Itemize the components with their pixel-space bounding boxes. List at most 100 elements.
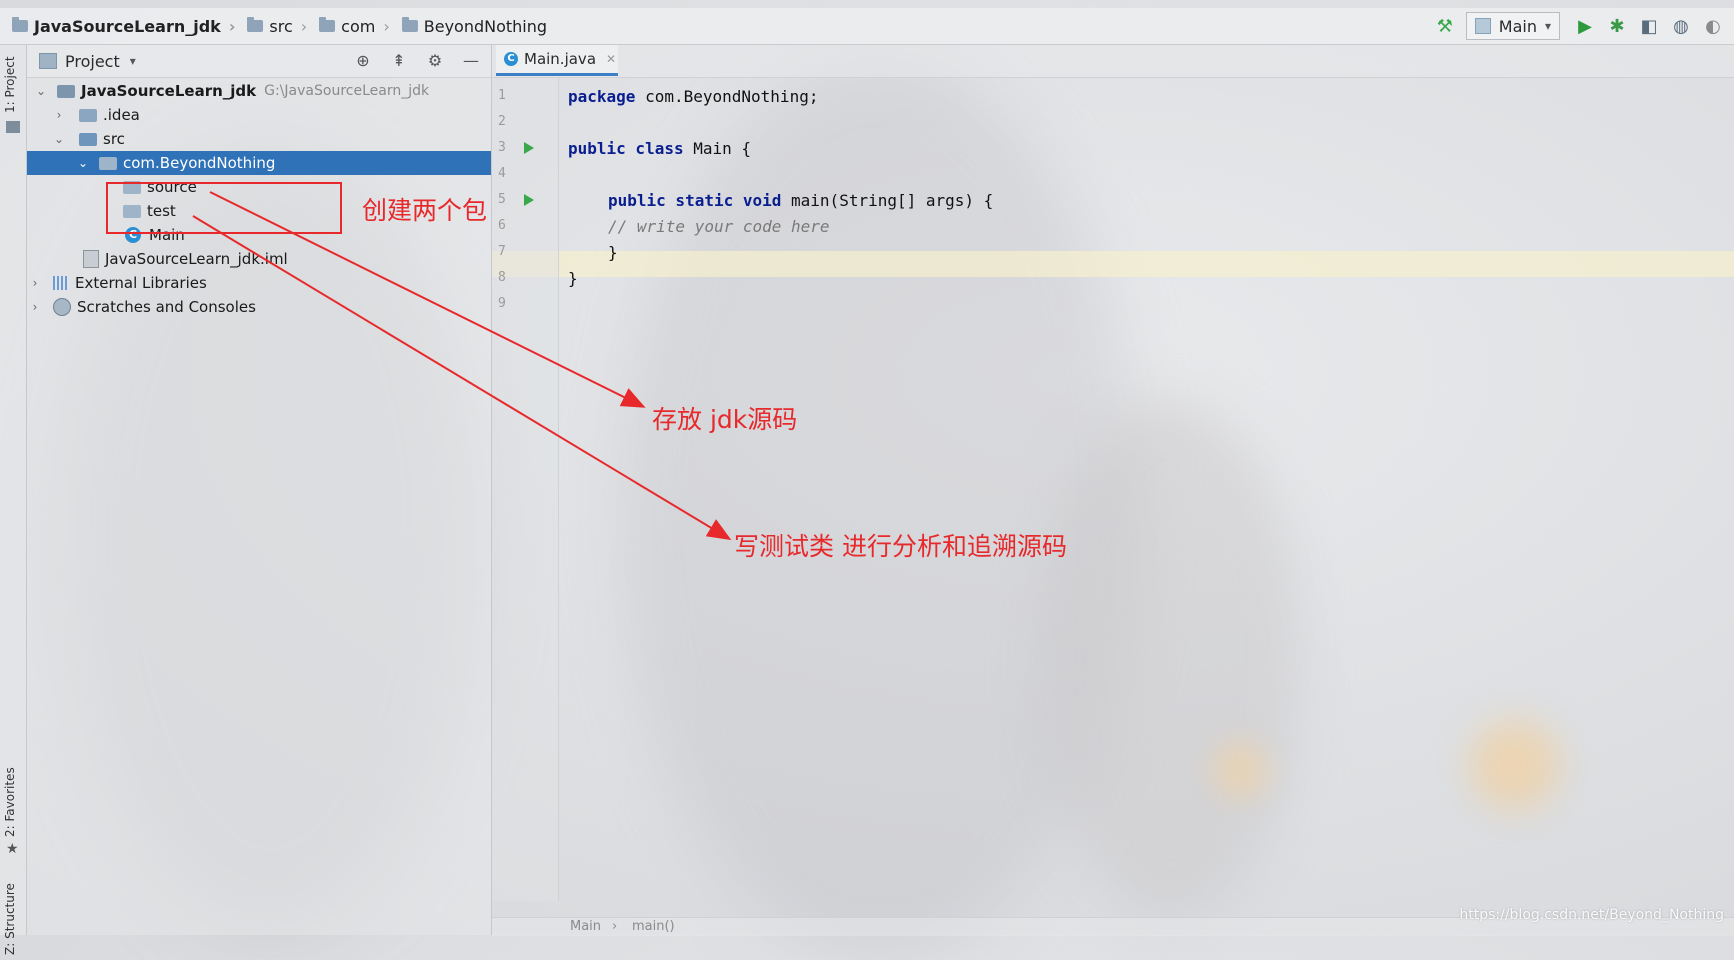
code-line-5[interactable]: public static void main(String[] args) { <box>608 191 993 210</box>
tree-item-package[interactable]: ⌄ com.BeyondNothing <box>27 151 491 175</box>
project-tool-tab[interactable]: 1: Project <box>3 56 17 113</box>
code-text: Main { <box>683 139 752 158</box>
tree-item-label: JavaSourceLearn_jdk <box>81 82 257 100</box>
line-number: 3 <box>498 140 506 155</box>
project-header-tools: ⊕ ⇞ ⚙ — <box>339 51 483 70</box>
run-gutter-icon[interactable] <box>524 142 534 154</box>
favorites-tool-tab[interactable]: 2: Favorites <box>3 767 17 837</box>
line-number: 4 <box>498 166 506 181</box>
chevron-right-icon[interactable]: › <box>27 276 43 290</box>
debug-bug-icon[interactable]: ✱ <box>1606 15 1628 37</box>
breadcrumb-beyondnothing[interactable]: BeyondNothing <box>401 16 548 36</box>
chevron-down-icon: ▾ <box>1544 19 1551 33</box>
tab-label: Main.java <box>524 50 597 68</box>
editor-gutter: 1 2 3 4 5 6 7 8 9 <box>492 78 559 901</box>
structure-tool-tab[interactable]: Z: Structure <box>3 883 17 955</box>
folder-icon <box>79 108 97 122</box>
tree-item-external-libraries[interactable]: › External Libraries <box>27 271 491 295</box>
code-line-8[interactable]: } <box>568 269 578 288</box>
project-panel: Project ▾ ⊕ ⇞ ⚙ — ⌄ JavaSourceLearn_jdk … <box>27 45 492 935</box>
tree-item-label: com.BeyondNothing <box>123 154 276 172</box>
tree-item-label: External Libraries <box>75 274 207 292</box>
tab-main-java[interactable]: C Main.java ✕ <box>496 45 618 76</box>
annotation-create-packages: 创建两个包 <box>362 196 488 225</box>
line-number: 6 <box>498 218 506 233</box>
breadcrumb-separator: › <box>612 919 618 934</box>
annotation-write-test: 写测试类 进行分析和追溯源码 <box>734 532 1067 561</box>
tree-item-label: JavaSourceLearn_jdk.iml <box>105 250 288 268</box>
coverage-icon[interactable]: ◧ <box>1638 15 1660 37</box>
keyword: public static void <box>608 191 782 210</box>
breadcrumb-src[interactable]: src › <box>247 17 307 36</box>
run-configuration-dropdown[interactable]: Main ▾ <box>1465 12 1560 40</box>
source-folder-icon <box>79 132 97 146</box>
gear-icon[interactable]: ⚙ <box>423 51 447 70</box>
watermark: https://blog.csdn.net/Beyond_Nothing <box>1459 907 1724 923</box>
tree-item-idea[interactable]: › .idea <box>27 103 491 127</box>
breadcrumb-separator: › <box>383 16 390 36</box>
chevron-down-icon[interactable]: ⌄ <box>33 84 49 98</box>
chevron-down-icon[interactable]: ▾ <box>130 54 136 68</box>
tree-item-label: src <box>103 130 125 148</box>
keyword: public class <box>568 139 684 158</box>
project-panel-header: Project ▾ ⊕ ⇞ ⚙ — <box>27 45 491 78</box>
hide-minus-icon[interactable]: — <box>459 51 483 70</box>
line-number: 8 <box>498 270 506 285</box>
tree-item-iml[interactable]: JavaSourceLearn_jdk.iml <box>27 247 491 271</box>
project-view-selector[interactable]: Project <box>65 52 120 71</box>
code-line-1[interactable]: package com.BeyondNothing; <box>568 87 818 106</box>
annotation-highlight-box <box>106 182 342 234</box>
profile-icon[interactable]: ◍ <box>1670 15 1692 37</box>
run-icon[interactable]: ▶ <box>1574 15 1596 37</box>
editor-tab-bar: C Main.java ✕ <box>492 45 1734 78</box>
chevron-right-icon[interactable]: › <box>27 300 43 314</box>
breadcrumb-label: BeyondNothing <box>423 16 548 36</box>
tree-item-root[interactable]: ⌄ JavaSourceLearn_jdk G:\JavaSourceLearn… <box>27 79 491 103</box>
status-class[interactable]: Main <box>570 919 601 934</box>
package-icon <box>99 156 117 170</box>
run-config-icon <box>1474 18 1491 34</box>
tree-item-path: G:\JavaSourceLearn_jdk <box>264 83 430 99</box>
toolbar-actions: ⚒ Main ▾ ▶ ✱ ◧ ◍ ◐ <box>1434 8 1734 44</box>
folder-icon <box>319 17 336 32</box>
breadcrumb-separator: › <box>300 16 308 36</box>
code-line-7[interactable]: } <box>608 243 618 262</box>
star-icon[interactable]: ★ <box>6 841 19 857</box>
run-config-label: Main <box>1498 16 1537 36</box>
line-number: 1 <box>498 88 506 103</box>
build-hammer-icon[interactable]: ⚒ <box>1434 15 1456 37</box>
java-class-icon: C <box>504 52 518 66</box>
breadcrumb-label: com <box>341 16 376 36</box>
line-number: 7 <box>498 244 506 259</box>
chevron-right-icon[interactable]: › <box>51 108 67 122</box>
package-folder-icon <box>401 17 418 32</box>
line-number: 5 <box>498 192 506 207</box>
tree-item-scratches[interactable]: › Scratches and Consoles <box>27 295 491 319</box>
chevron-down-icon[interactable]: ⌄ <box>51 132 67 146</box>
line-number: 2 <box>498 114 506 129</box>
folder-icon <box>247 17 264 32</box>
tree-item-src[interactable]: ⌄ src <box>27 127 491 151</box>
iml-file-icon <box>83 250 99 268</box>
module-folder-icon <box>57 84 75 98</box>
locate-target-icon[interactable]: ⊕ <box>351 51 375 70</box>
tool-window-stripe: 1: Project 2: Favorites ★ Z: Structure <box>0 45 27 955</box>
collapse-all-icon[interactable]: ⇞ <box>387 51 411 70</box>
code-line-3[interactable]: public class Main { <box>568 139 751 158</box>
tree-item-label: .idea <box>103 106 140 124</box>
code-line-6[interactable]: // write your code here <box>608 217 830 236</box>
code-text: com.BeyondNothing; <box>635 87 819 106</box>
breadcrumb-project[interactable]: JavaSourceLearn_jdk › <box>12 17 235 36</box>
stop-icon[interactable]: ◐ <box>1702 15 1724 37</box>
scratches-icon <box>53 298 71 316</box>
keyword: package <box>568 87 636 106</box>
close-icon[interactable]: ✕ <box>606 52 616 66</box>
chevron-down-icon[interactable]: ⌄ <box>75 156 91 170</box>
navigation-bar: JavaSourceLearn_jdk › src › com › Beyond… <box>0 8 1734 45</box>
line-number: 9 <box>498 296 506 311</box>
run-gutter-icon[interactable] <box>524 194 534 206</box>
breadcrumb-label: src <box>269 16 293 36</box>
project-tool-icon[interactable] <box>6 121 20 133</box>
status-method[interactable]: main() <box>632 919 675 934</box>
breadcrumb-com[interactable]: com › <box>319 17 390 36</box>
